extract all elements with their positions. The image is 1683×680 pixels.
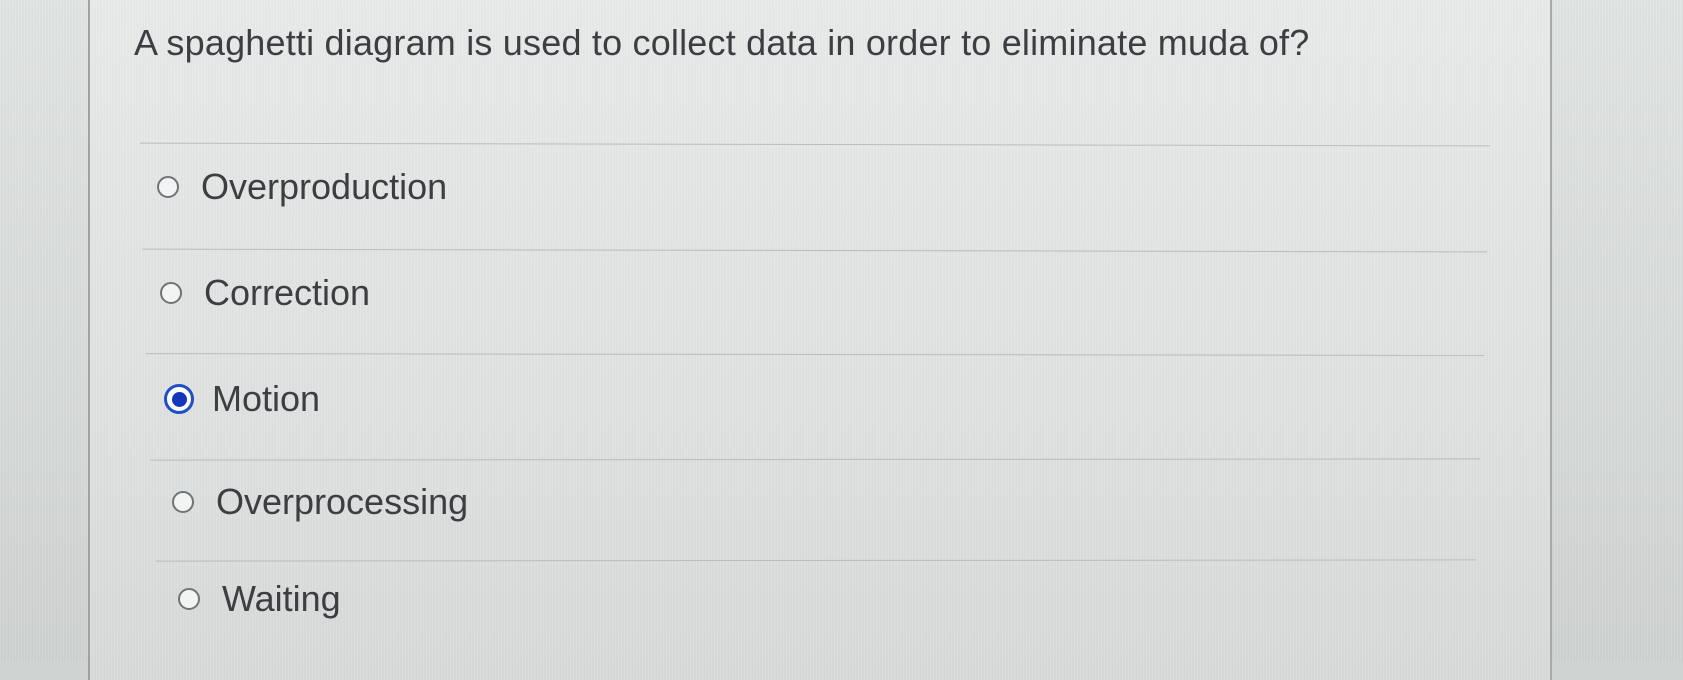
radio-unselected-icon[interactable] [160, 282, 182, 304]
option-overproduction[interactable]: Overproduction [157, 166, 447, 208]
option-label: Overprocessing [216, 481, 469, 522]
option-label: Correction [204, 272, 371, 313]
option-label: Overproduction [201, 166, 448, 207]
option-label: Motion [212, 378, 321, 419]
radio-unselected-icon[interactable] [172, 491, 194, 513]
option-label: Waiting [222, 578, 341, 619]
option-overprocessing[interactable]: Overprocessing [172, 481, 468, 523]
question-text: A spaghetti diagram is used to collect d… [134, 22, 1310, 63]
radio-unselected-icon[interactable] [178, 588, 200, 610]
option-waiting[interactable]: Waiting [178, 578, 341, 620]
option-correction[interactable]: Correction [160, 272, 370, 314]
option-motion[interactable]: Motion [164, 378, 320, 420]
radio-unselected-icon[interactable] [157, 176, 179, 198]
radio-selected-icon[interactable] [164, 384, 194, 414]
